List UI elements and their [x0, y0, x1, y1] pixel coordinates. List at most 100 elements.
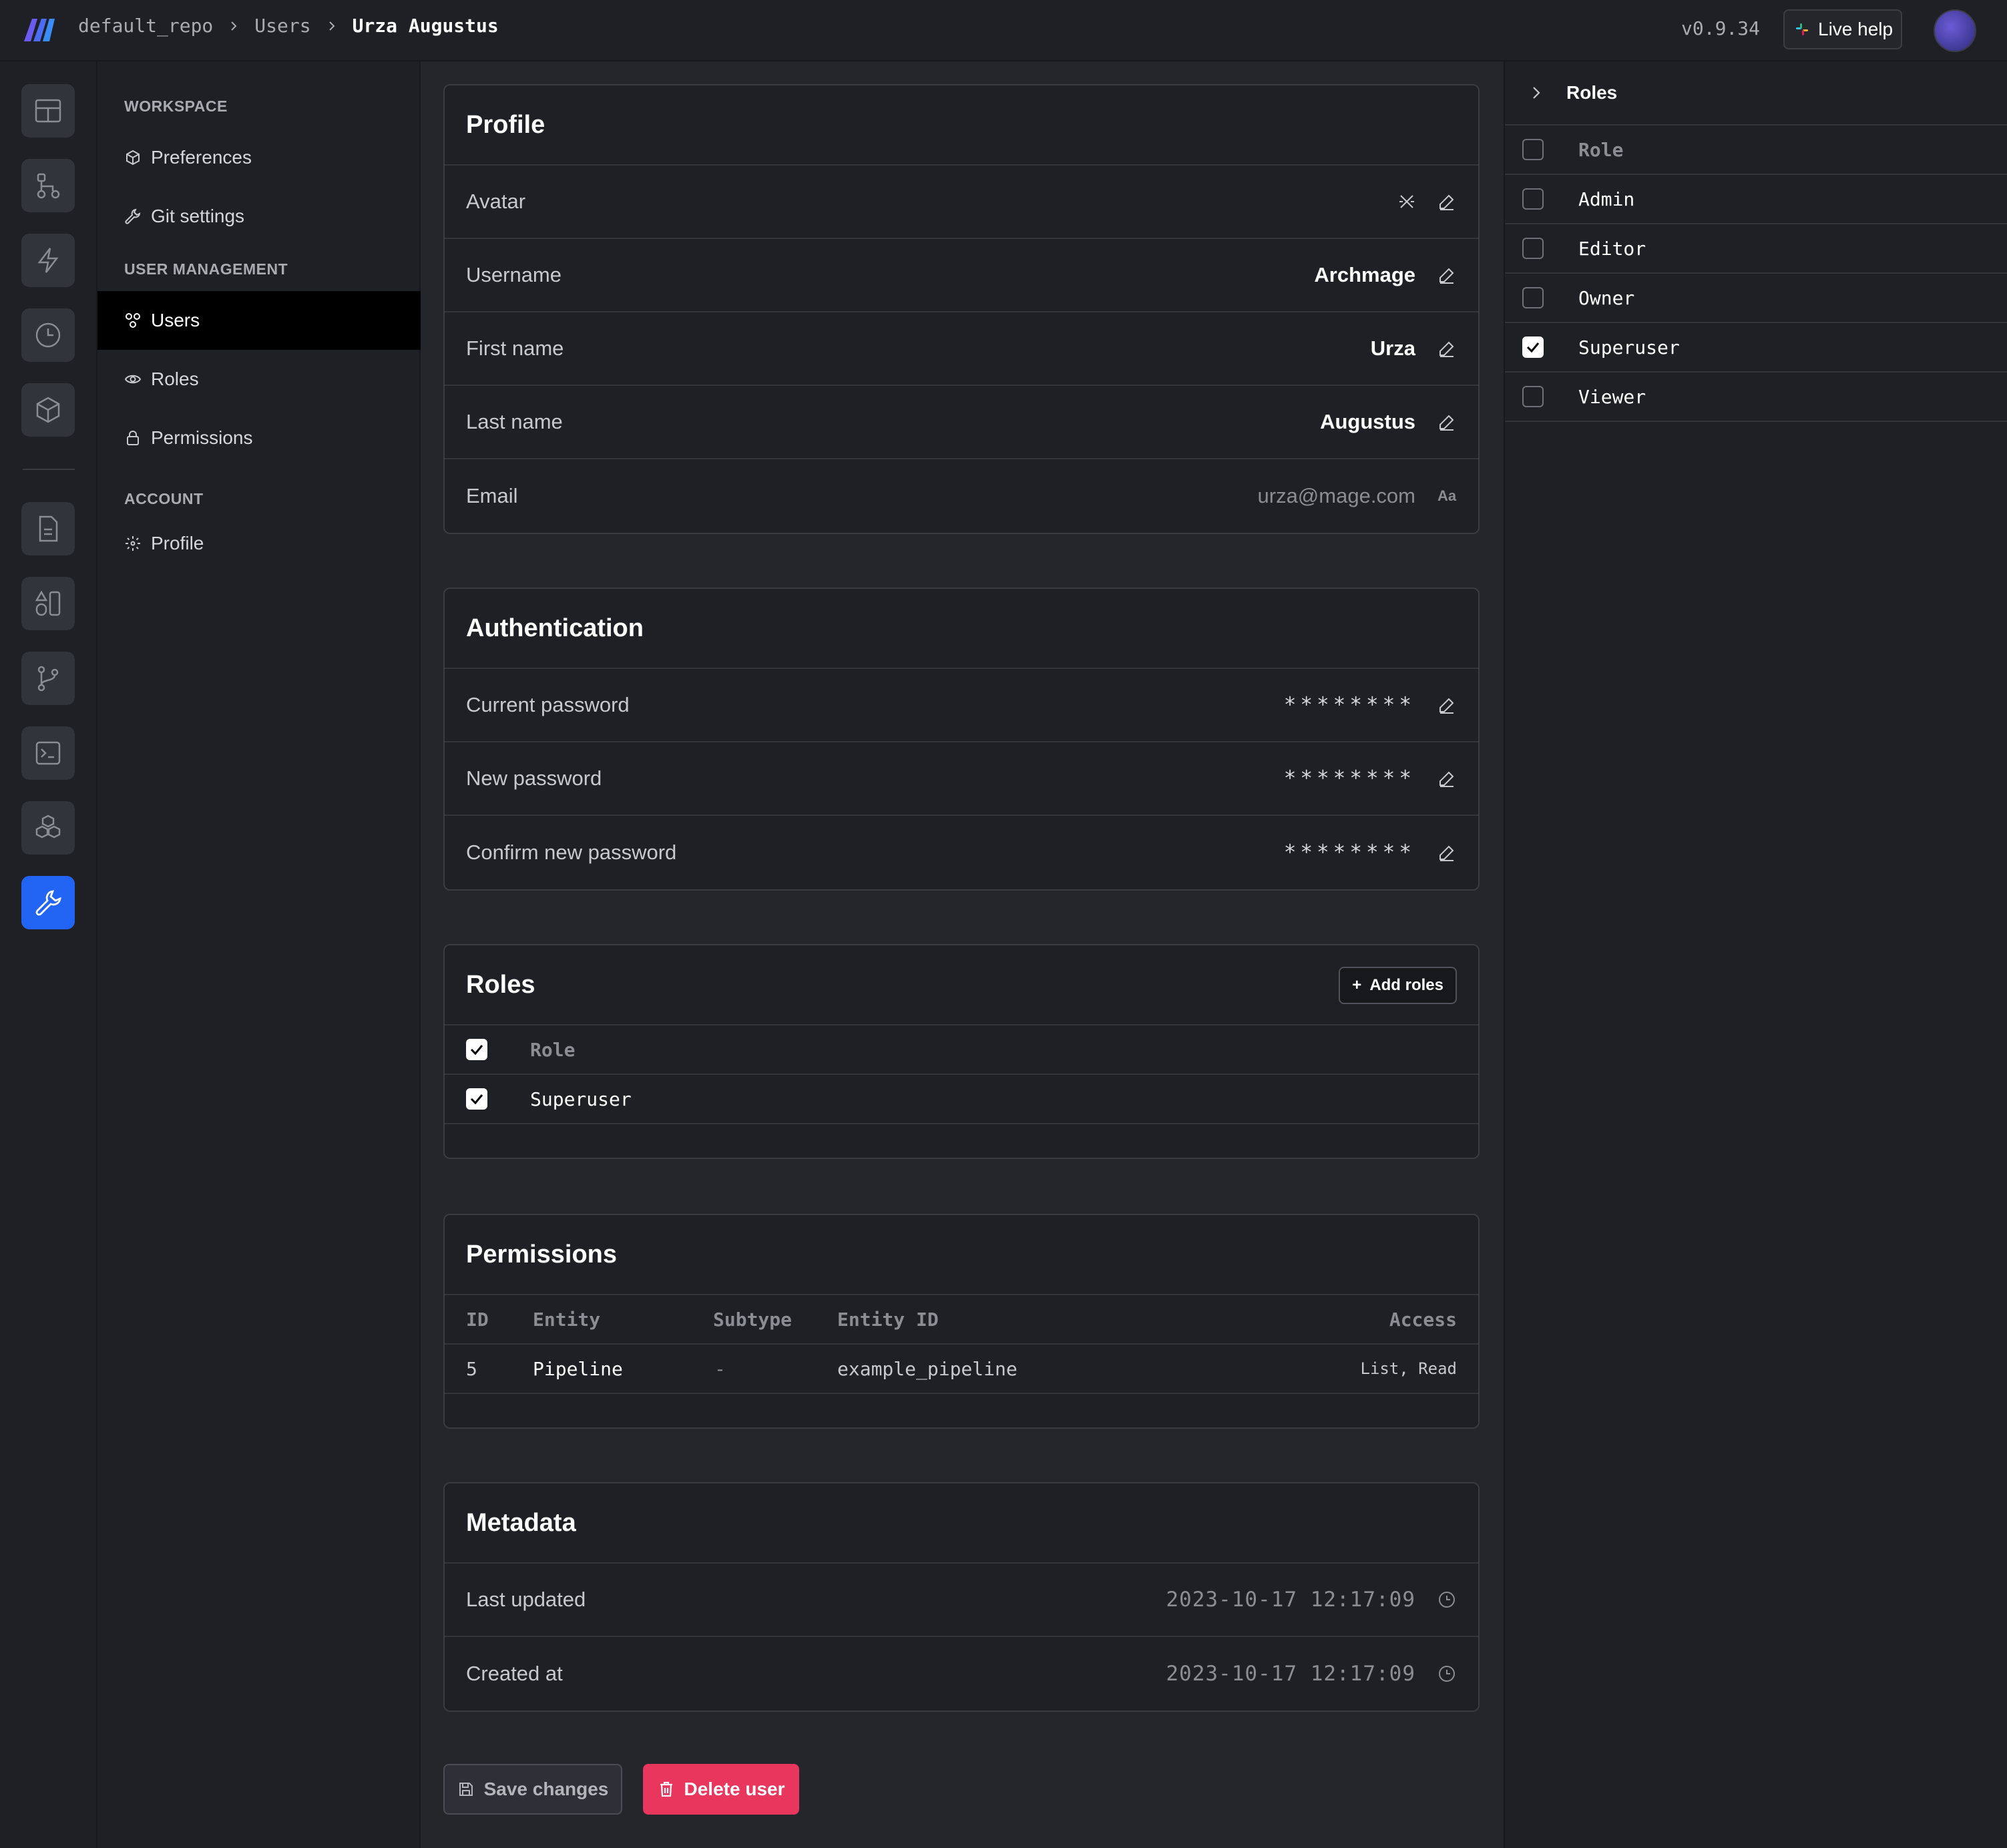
sidebar-item-permissions[interactable]: Permissions [97, 409, 421, 467]
live-help-label: Live help [1818, 19, 1893, 39]
delete-user-button[interactable]: Delete user [643, 1764, 799, 1815]
role-name: Viewer [1578, 385, 1646, 408]
role-checkbox[interactable] [466, 1088, 487, 1110]
sidebar-item-users[interactable]: Users [97, 291, 421, 350]
permissions-title: Permissions [445, 1215, 1478, 1295]
shapes-icon [35, 590, 61, 616]
profile-title: Profile [445, 85, 1478, 166]
role-checkbox[interactable] [1522, 336, 1544, 358]
last-name-value: Augustus [1320, 410, 1415, 433]
blocks-nav-button[interactable] [21, 383, 75, 437]
row-label: Current password [466, 693, 630, 716]
templates-nav-button[interactable] [21, 577, 75, 630]
roles-table-header: Role [445, 1025, 1478, 1075]
roles-panel-table-header: Role [1505, 126, 2007, 175]
eye-icon [124, 375, 142, 384]
file-icon [39, 515, 58, 542]
select-all-checkbox[interactable] [1522, 139, 1544, 160]
wrench-icon [35, 890, 61, 916]
pipelines-nav-button[interactable] [21, 159, 75, 212]
cubes-icon [35, 815, 61, 839]
save-changes-button[interactable]: Save changes [443, 1764, 622, 1815]
sidebar-item-git-settings[interactable]: Git settings [97, 187, 421, 246]
edit-icon[interactable] [1437, 412, 1457, 432]
edit-icon[interactable] [1437, 768, 1457, 788]
created-at-row: Created at 2023-10-17 12:17:09 [445, 1637, 1478, 1710]
global-data-products-nav-button[interactable] [21, 801, 75, 855]
mage-logo-icon[interactable] [23, 15, 57, 44]
sidebar-item-label: Preferences [151, 147, 252, 168]
row-label: Created at [466, 1662, 563, 1685]
first-name-row: First name Urza [445, 312, 1478, 386]
version-control-nav-button[interactable] [21, 652, 75, 705]
overview-nav-button[interactable] [21, 84, 75, 138]
list-item[interactable]: Admin [1505, 175, 2007, 224]
live-help-button[interactable]: Live help [1783, 9, 1902, 49]
add-roles-button[interactable]: + Add roles [1339, 967, 1457, 1004]
role-column-header: Role [1578, 138, 1624, 161]
delete-user-label: Delete user [684, 1779, 785, 1799]
sidebar-item-label: Roles [151, 369, 199, 389]
role-name: Superuser [530, 1088, 632, 1110]
clock-icon [1437, 1590, 1457, 1610]
lock-icon [127, 431, 139, 445]
user-avatar[interactable] [1934, 9, 1976, 52]
edit-icon[interactable] [1437, 265, 1457, 285]
edit-icon[interactable] [1437, 192, 1457, 212]
entity-id-column-header: Entity ID [837, 1308, 939, 1331]
breadcrumb-repo[interactable]: default_repo [78, 15, 213, 37]
last-updated-row: Last updated 2023-10-17 12:17:09 [445, 1564, 1478, 1637]
confirm-password-value: ******** [1283, 841, 1415, 865]
list-item[interactable]: Superuser [1505, 323, 2007, 373]
entity-column-header: Entity [533, 1308, 601, 1331]
wrench-icon [125, 208, 141, 224]
email-row: Email urza@mage.com Aa [445, 459, 1478, 533]
save-icon [459, 1783, 473, 1796]
sidebar-item-label: Git settings [151, 206, 245, 226]
list-item[interactable]: Owner [1505, 274, 2007, 323]
confirm-password-row: Confirm new password ******** [445, 816, 1478, 889]
sidebar-item-roles[interactable]: Roles [97, 350, 421, 409]
list-item[interactable]: Editor [1505, 224, 2007, 274]
edit-icon[interactable] [1437, 338, 1457, 359]
edit-icon[interactable] [1437, 843, 1457, 863]
permission-access: List, Read [1360, 1359, 1458, 1378]
roles-title: Roles [445, 945, 1478, 1025]
chevron-right-icon[interactable] [1529, 85, 1544, 100]
role-name: Editor [1578, 237, 1646, 260]
last-updated-value: 2023-10-17 12:17:09 [1166, 1588, 1415, 1612]
metadata-title: Metadata [445, 1483, 1478, 1564]
sidebar-item-preferences[interactable]: Preferences [97, 128, 421, 187]
files-nav-button[interactable] [21, 502, 75, 555]
list-item[interactable]: Viewer [1505, 373, 2007, 422]
terminal-nav-button[interactable] [21, 726, 75, 780]
role-checkbox[interactable] [1522, 238, 1544, 259]
edit-icon[interactable] [1437, 695, 1457, 715]
settings-nav-button[interactable] [21, 876, 75, 929]
role-checkbox[interactable] [1522, 386, 1544, 407]
row-label: Username [466, 263, 562, 286]
table-row[interactable]: 5 Pipeline - example_pipeline List, Read [445, 1345, 1478, 1394]
roles-panel-title: Roles [1566, 82, 1618, 103]
role-checkbox[interactable] [1522, 188, 1544, 210]
version-label: v0.9.34 [1681, 17, 1761, 39]
role-name: Admin [1578, 188, 1635, 210]
roles-panel-header[interactable]: Roles [1505, 61, 2007, 126]
role-column-header: Role [530, 1038, 576, 1061]
breadcrumb-users[interactable]: Users [254, 15, 310, 37]
select-all-checkbox[interactable] [466, 1039, 487, 1060]
triggers-nav-button[interactable] [21, 234, 75, 287]
role-checkbox[interactable] [1522, 287, 1544, 308]
section-workspace: WORKSPACE [124, 97, 228, 115]
row-label: First name [466, 336, 564, 360]
main-content: Profile Avatar Username Archmage First n… [421, 61, 1504, 1848]
clock-icon [35, 322, 61, 348]
runs-nav-button[interactable] [21, 308, 75, 362]
roles-card: Roles + Add roles Role Superuser [443, 944, 1480, 1159]
section-user-management: USER MANAGEMENT [124, 260, 288, 278]
table-row[interactable]: Superuser [445, 1075, 1478, 1124]
sidebar-item-profile[interactable]: Profile [97, 514, 421, 573]
permission-entity-id: example_pipeline [837, 1357, 1018, 1380]
current-password-value: ******** [1283, 693, 1415, 717]
role-name: Owner [1578, 286, 1635, 309]
